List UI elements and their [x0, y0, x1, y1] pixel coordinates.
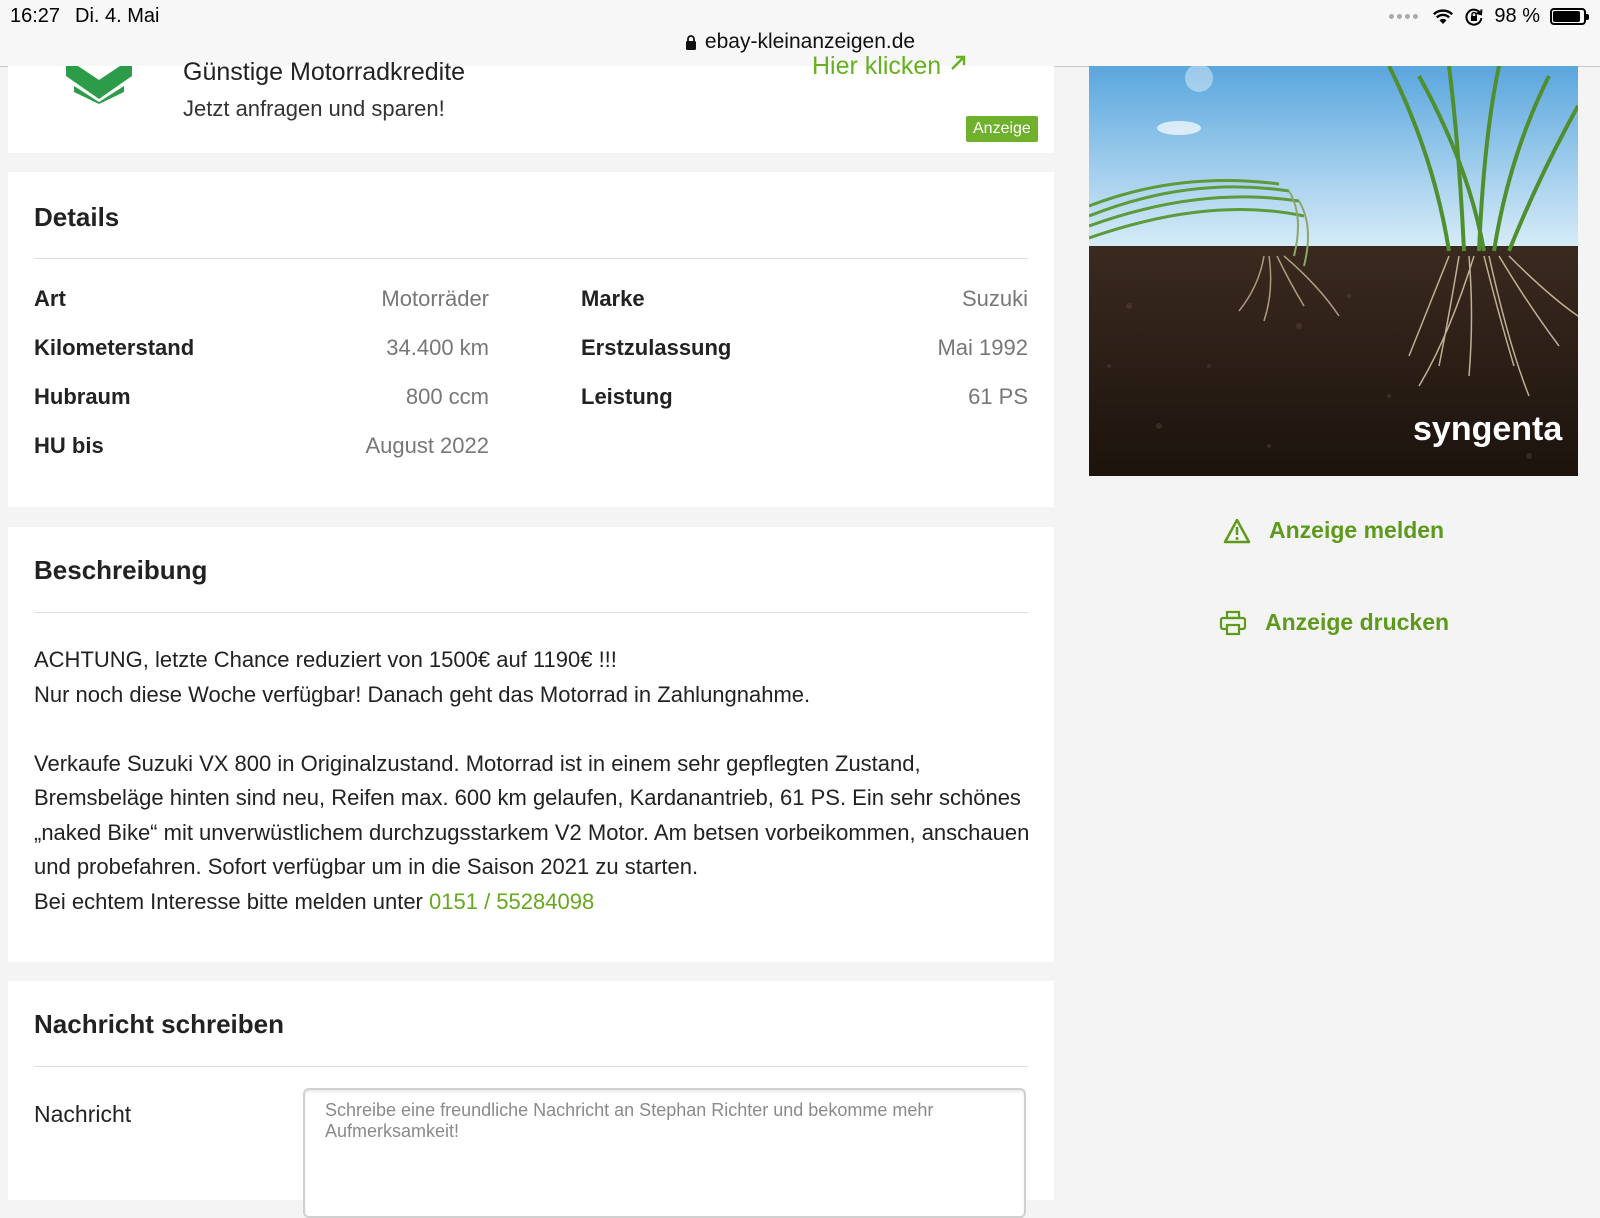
- detail-label: Kilometerstand: [34, 335, 195, 360]
- printer-icon: [1219, 610, 1247, 635]
- phone-link[interactable]: 0151 / 55284098: [429, 889, 594, 914]
- details-card: Details Art Motorräder Marke Suzuki Kilo…: [8, 172, 1054, 507]
- status-indicators: 98 %: [1389, 5, 1589, 28]
- chevron-logo-icon: [66, 66, 132, 104]
- detail-value: 34.400 km: [386, 335, 489, 360]
- description-line: Nur noch diese Woche verfügbar! Danach g…: [34, 681, 811, 707]
- battery-level: [1553, 11, 1580, 22]
- description-divider: [34, 612, 1028, 613]
- description-line: ACHTUNG, letzte Chance reduziert von 150…: [34, 647, 617, 672]
- details-divider: [34, 258, 1028, 259]
- detail-value: 800 ccm: [405, 384, 489, 409]
- description-title: Beschreibung: [34, 555, 208, 585]
- description-card: Beschreibung ACHTUNG, letzte Chance redu…: [8, 527, 1054, 962]
- ad-link[interactable]: Hier klicken: [812, 52, 968, 81]
- detail-label: Leistung: [581, 384, 673, 409]
- print-ad-label: Anzeige drucken: [1265, 609, 1450, 635]
- battery-icon: [1550, 8, 1589, 25]
- report-ad-button[interactable]: Anzeige melden: [1223, 517, 1444, 544]
- wifi-icon: [1433, 8, 1454, 24]
- description-text: ACHTUNG, letzte Chance reduziert von 150…: [34, 643, 1034, 919]
- syngenta-logo: syngenta: [1413, 410, 1563, 448]
- detail-label: Hubraum: [34, 384, 131, 409]
- battery-percent: 98 %: [1494, 5, 1540, 27]
- address-bar[interactable]: ebay-kleinanzeigen.de: [0, 30, 1600, 54]
- message-label: Nachricht: [34, 1101, 132, 1127]
- detail-value: August 2022: [365, 433, 489, 458]
- detail-label: Marke: [581, 286, 645, 311]
- description-contact: Bei echtem Interesse bitte melden unter …: [34, 885, 1034, 920]
- description-paragraph: Verkaufe Suzuki VX 800 in Originalzustan…: [34, 750, 1030, 880]
- detail-label: Art: [34, 286, 66, 311]
- url-text: ebay-kleinanzeigen.de: [704, 30, 916, 53]
- syngenta-ad-illustration: syngenta: [1089, 66, 1578, 476]
- detail-value: Suzuki: [961, 286, 1028, 311]
- ad-banner[interactable]: Günstige Motorradkredite Jetzt anfragen …: [8, 52, 1054, 153]
- ad-title: Günstige Motorradkredite: [183, 58, 466, 86]
- report-ad-label: Anzeige melden: [1269, 517, 1445, 543]
- detail-label: HU bis: [34, 433, 104, 458]
- contact-prefix: Bei echtem Interesse bitte melden unter: [34, 888, 423, 914]
- status-date: Di. 4. Mai: [75, 5, 160, 27]
- detail-value: Motorräder: [381, 286, 489, 311]
- status-bar: 16:27 Di. 4. Mai 98 % ebay-kleinanzeigen…: [0, 0, 1600, 67]
- details-title: Details: [34, 202, 120, 232]
- orientation-lock-icon: [1465, 8, 1483, 26]
- ad-badge: Anzeige: [966, 116, 1038, 142]
- message-divider: [34, 1066, 1028, 1067]
- ad-link-label: Hier klicken: [812, 52, 942, 80]
- message-input[interactable]: [303, 1088, 1026, 1218]
- external-link-icon: [951, 55, 966, 70]
- lock-icon: [685, 35, 696, 50]
- message-card: Nachricht schreiben Nachricht: [8, 981, 1054, 1218]
- warning-icon: [1223, 518, 1251, 543]
- detail-value: Mai 1992: [937, 335, 1028, 360]
- detail-value: 61 PS: [968, 384, 1028, 409]
- print-ad-button[interactable]: Anzeige drucken: [1219, 609, 1449, 636]
- status-time: 16:27: [10, 5, 61, 27]
- detail-label: Erstzulassung: [581, 335, 732, 360]
- message-title: Nachricht schreiben: [34, 1009, 284, 1039]
- sidebar-ad-image[interactable]: syngenta: [1089, 66, 1578, 476]
- ad-subtitle: Jetzt anfragen und sparen!: [183, 96, 445, 121]
- signal-icon: [1389, 14, 1419, 19]
